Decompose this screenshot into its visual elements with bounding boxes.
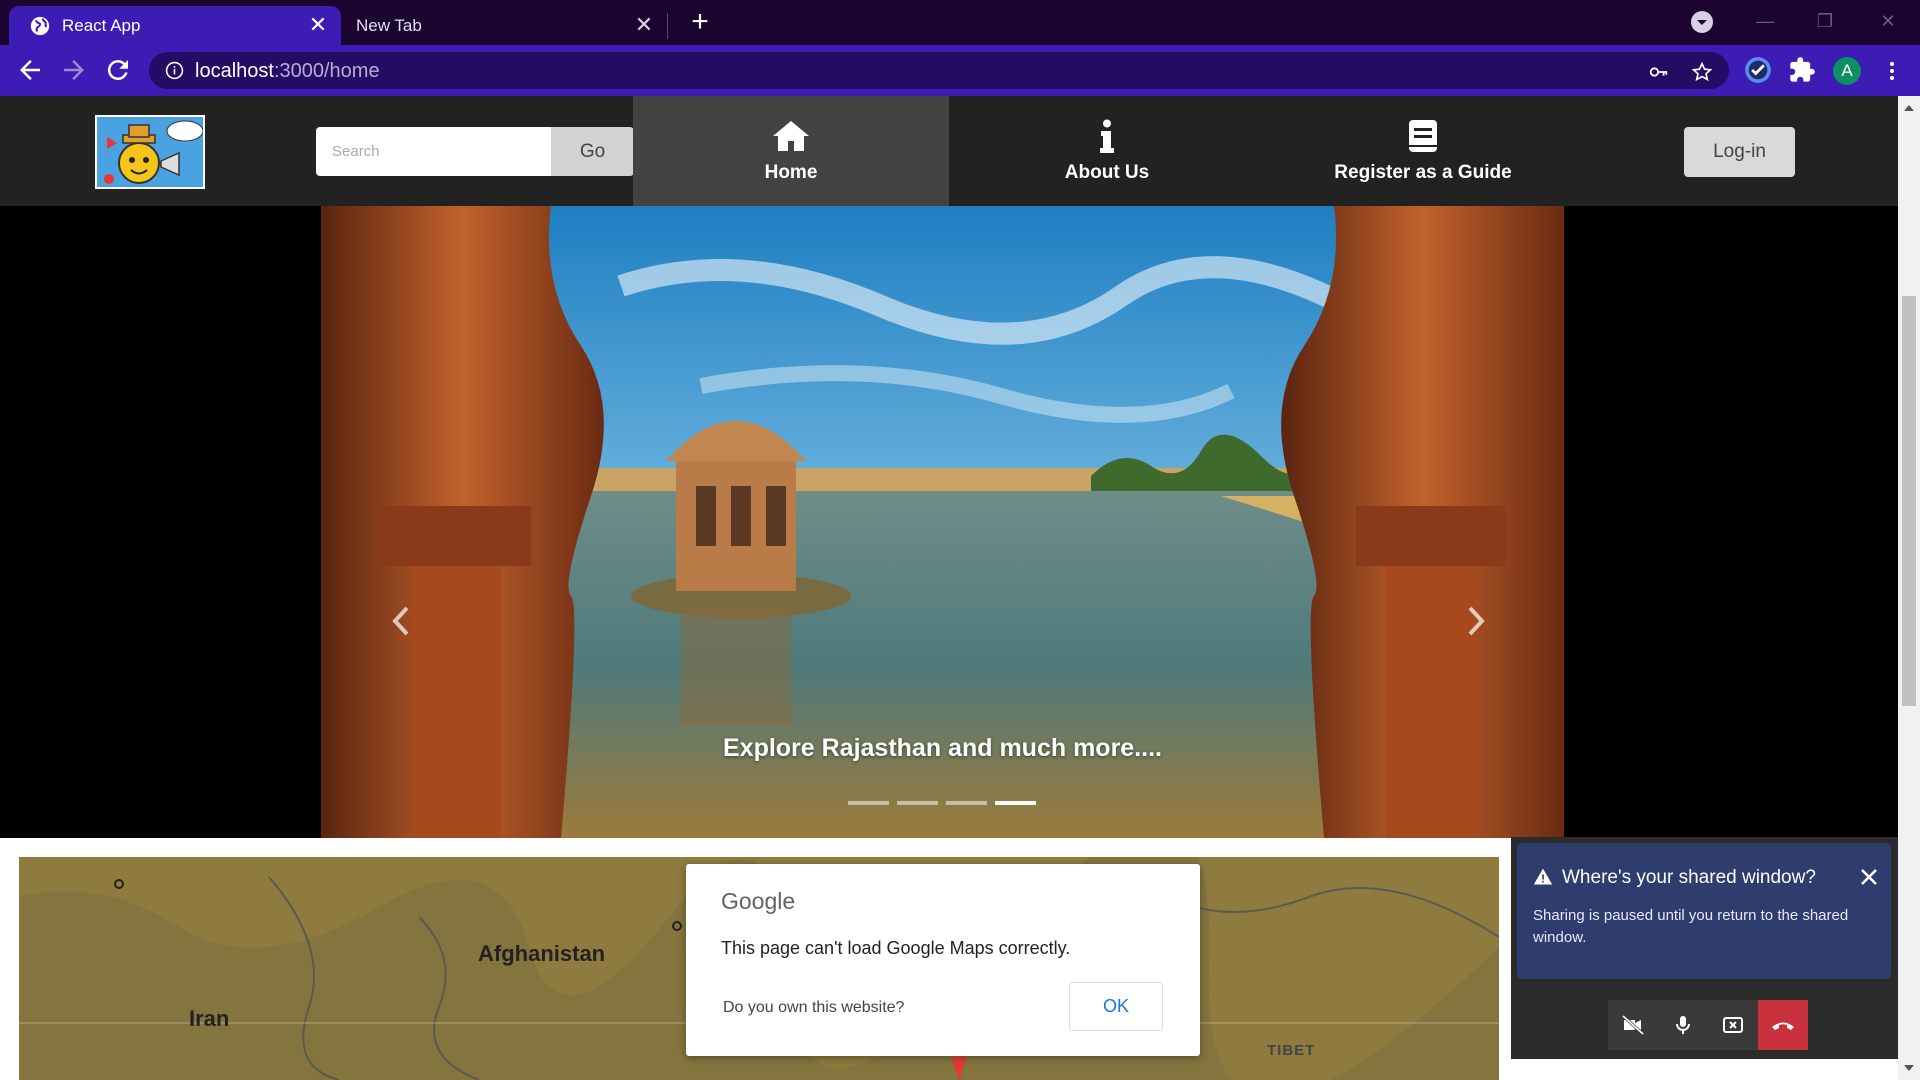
browser-tab-bar: React App ✕ New Tab ✕ + — ❐ ✕ [0,0,1920,45]
maps-error-message: This page can't load Google Maps correct… [721,938,1071,958]
maps-error-dialog: Google This page can't load Google Maps … [686,864,1200,1056]
book-icon [1409,120,1437,152]
microphone-button[interactable] [1658,1000,1708,1050]
tab-new-tab[interactable]: New Tab ✕ [341,6,667,45]
screen-share-panel: Where's your shared window? Sharing is p… [1511,837,1898,1059]
close-icon[interactable] [1857,865,1881,889]
url-host: localhost [195,60,274,82]
hang-up-button[interactable] [1758,1000,1808,1050]
home-icon [773,121,809,151]
close-icon[interactable]: ✕ [307,14,329,36]
restore-button[interactable]: ❐ [1805,6,1845,36]
info-icon [1100,119,1114,153]
nav-home-label: Home [764,162,818,183]
forward-arrow-icon[interactable] [59,55,89,85]
tab-separator [667,13,668,39]
menu-dots-icon[interactable] [1880,57,1904,85]
map-label-iran: Iran [189,1006,230,1031]
carousel-next-icon[interactable] [1456,596,1496,646]
google-logo: Google [721,888,796,914]
key-icon[interactable] [1648,61,1670,83]
scroll-down-icon[interactable] [1903,1062,1915,1074]
url-text: localhost:3000/home [195,60,380,83]
browser-toolbar: localhost:3000/home A [0,45,1920,96]
window-close-button[interactable]: ✕ [1868,6,1908,36]
microphone-icon [1676,1016,1690,1034]
stop-share-button[interactable] [1708,1000,1758,1050]
warning-icon [1533,868,1553,885]
tab-search-icon[interactable] [1690,10,1714,34]
info-circle-icon[interactable] [165,61,184,80]
scroll-up-icon[interactable] [1903,102,1915,114]
nav-about-us[interactable]: About Us [949,96,1265,206]
extension-check-icon[interactable] [1744,56,1772,84]
map-label-tibet: TIBET [1267,1042,1316,1059]
hero-carousel: Explore Rajasthan and much more.... [321,206,1564,838]
back-arrow-icon[interactable] [15,55,45,85]
share-notice-title: Where's your shared window? [1562,867,1816,888]
star-icon[interactable] [1691,61,1713,83]
site-navbar: Go Home About Us Register as a Guide Log… [0,96,1898,206]
carousel-indicator[interactable] [946,801,987,805]
nav-register-label: Register as a Guide [1334,162,1512,183]
share-notice-body: Sharing is paused until you return to th… [1533,907,1849,946]
tab-title: New Tab [356,15,422,35]
phone-hangup-icon [1772,1022,1794,1030]
page-scrollbar[interactable] [1898,96,1920,1080]
map-label-afghanistan: Afghanistan [478,941,606,966]
puzzle-icon[interactable] [1788,56,1816,84]
nav-home[interactable]: Home [633,96,949,206]
tab-react-app[interactable]: React App ✕ [9,6,341,45]
minimize-button[interactable]: — [1745,6,1785,36]
globe-icon [30,16,50,35]
login-button[interactable]: Log-in [1684,127,1795,177]
go-button[interactable]: Go [551,127,634,176]
carousel-indicators [848,801,1036,805]
carousel-indicator[interactable] [848,801,889,805]
search-input[interactable] [316,127,551,176]
site-logo[interactable] [95,115,205,189]
share-notice-card: Where's your shared window? Sharing is p… [1517,843,1891,979]
reload-icon[interactable] [103,55,133,85]
tab-title: React App [62,15,141,35]
own-website-link[interactable]: Do you own this website? [723,999,904,1017]
nav-about-label: About Us [1064,162,1150,183]
stop-share-icon [1723,1017,1743,1033]
url-path: :3000/home [273,60,380,82]
camera-off-icon [1621,1014,1645,1036]
ok-button[interactable]: OK [1069,982,1163,1031]
address-bar[interactable]: localhost:3000/home [149,52,1729,89]
call-controls [1608,1000,1808,1050]
scroll-thumb[interactable] [1902,296,1916,706]
carousel-indicator-active[interactable] [995,801,1036,805]
profile-avatar[interactable]: A [1833,57,1861,85]
nav-register-guide[interactable]: Register as a Guide [1265,96,1581,206]
carousel-indicator[interactable] [897,801,938,805]
mascot-logo-icon [97,117,203,187]
close-icon[interactable]: ✕ [633,14,655,36]
carousel-caption: Explore Rajasthan and much more.... [722,734,1162,762]
carousel-prev-icon[interactable] [381,596,421,646]
new-tab-button[interactable]: + [686,7,714,37]
camera-toggle-button[interactable] [1608,1000,1658,1050]
